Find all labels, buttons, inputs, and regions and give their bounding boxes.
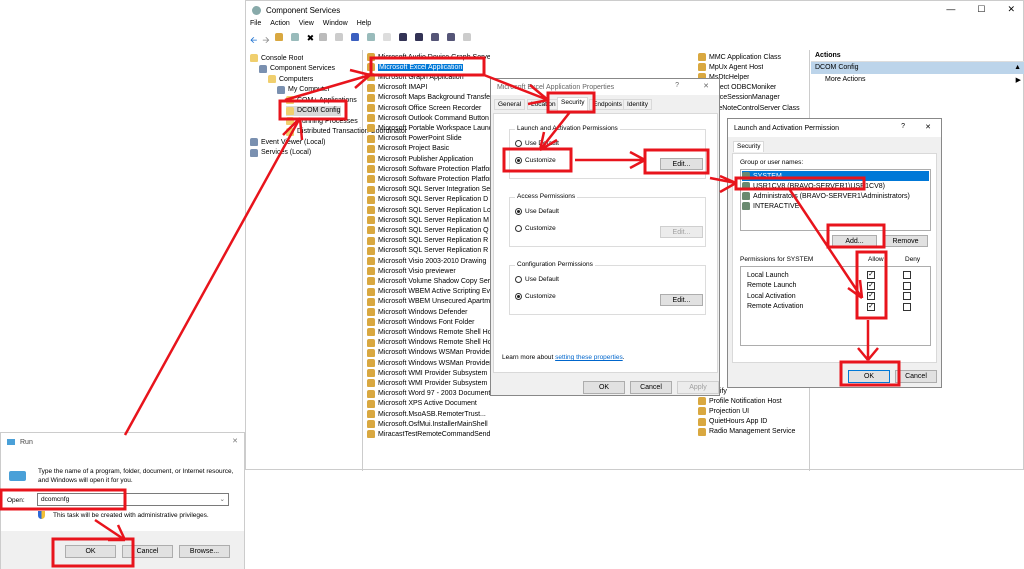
highlight-add [826,223,886,249]
highlight-dcom-config [278,99,348,121]
highlight-customize [502,147,573,173]
highlight-edit [643,148,710,175]
annotation-arrows [94,68,879,542]
highlight-run-ok [51,537,135,568]
highlight-security-tab [546,91,596,114]
highlight-excel-app [369,56,486,77]
highlight-open [0,488,127,511]
annotation-overlay [0,56,901,568]
highlight-usr1cv8 [734,176,866,191]
highlight-ok-perm [839,360,901,387]
